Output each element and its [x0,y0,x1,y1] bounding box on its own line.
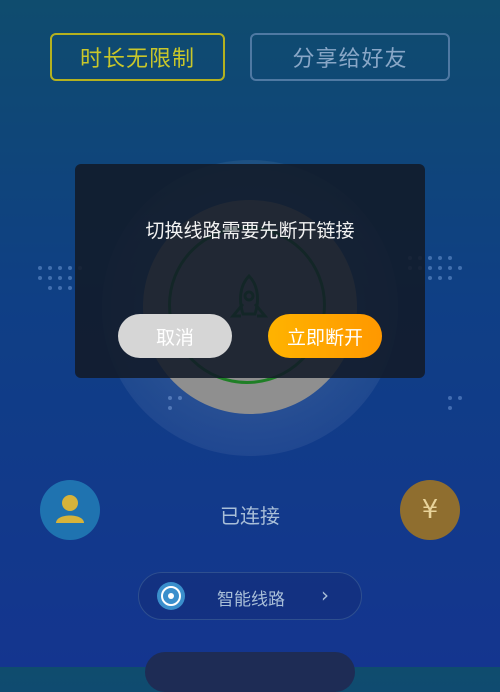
yen-coin-button[interactable]: ¥ [400,480,460,540]
yen-coin-icon: ¥ [421,495,439,525]
share-to-friend-button[interactable]: 分享给好友 [250,33,450,81]
chevron-right-icon: › [321,583,329,607]
disconnect-dialog: 切换线路需要先断开链接 取消 立即断开 [75,164,425,378]
route-label: 智能线路 [217,590,285,610]
route-icon [157,582,185,610]
bottom-partial-button[interactable] [145,652,355,692]
route-selector[interactable]: 智能线路 › [138,572,362,620]
cancel-button[interactable]: 取消 [118,314,232,358]
unlimited-duration-button[interactable]: 时长无限制 [50,33,225,81]
disconnect-now-button[interactable]: 立即断开 [268,314,382,358]
dialog-message: 切换线路需要先断开链接 [145,220,355,242]
